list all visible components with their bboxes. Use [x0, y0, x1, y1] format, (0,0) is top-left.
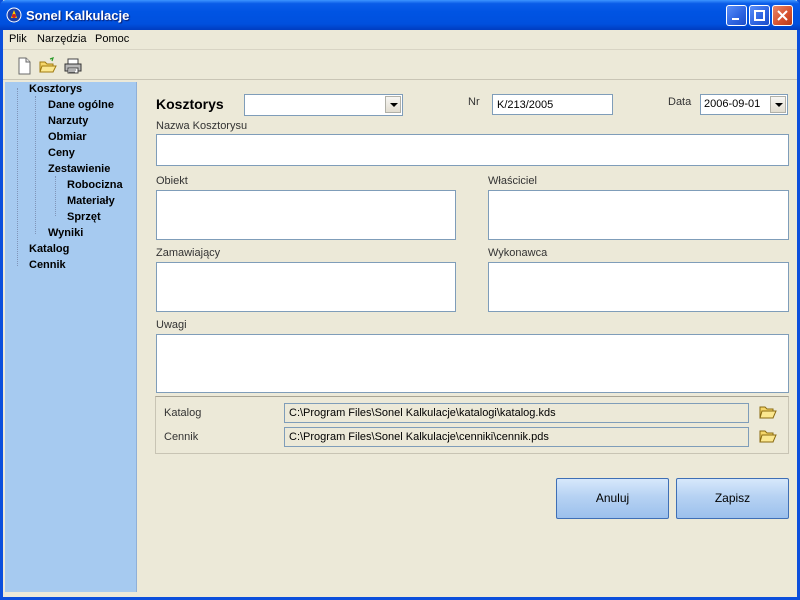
minimize-button[interactable] — [726, 5, 747, 26]
obiekt-field[interactable] — [156, 190, 456, 240]
nazwa-kosztorysu-label: Nazwa Kosztorysu — [156, 120, 248, 132]
estimate-form: Kosztorys Nr Data 2006-09-01 Nazwa Koszt… — [138, 82, 797, 592]
tree-item-materialy[interactable]: Materiały — [67, 195, 115, 207]
date-picker-value: 2006-09-01 — [704, 98, 761, 110]
tree-item-cennik[interactable]: Cennik — [29, 259, 66, 271]
maximize-icon — [754, 10, 765, 21]
chevron-down-icon[interactable] — [770, 96, 786, 113]
wlasciciel-label: Właściciel — [488, 175, 537, 187]
chevron-down-icon[interactable] — [385, 96, 401, 113]
tree-item-kosztorys[interactable]: Kosztorys — [29, 83, 82, 95]
zamawiajacy-field[interactable] — [156, 262, 456, 312]
obiekt-label: Obiekt — [156, 175, 188, 187]
maximize-button[interactable] — [749, 5, 770, 26]
tree-item-sprzet[interactable]: Sprzęt — [67, 211, 101, 223]
tree-item-obmiar[interactable]: Obmiar — [48, 131, 87, 143]
nr-label: Nr — [468, 96, 480, 108]
tree-connector — [55, 176, 56, 216]
save-button[interactable]: Zapisz — [676, 478, 789, 519]
tree-item-ceny[interactable]: Ceny — [48, 147, 75, 159]
paths-panel: Katalog Cennik — [155, 396, 789, 454]
menu-narzedzia[interactable]: Narzędzia — [37, 33, 87, 45]
nr-field[interactable] — [492, 94, 613, 115]
uwagi-field[interactable] — [156, 334, 789, 393]
app-window: Sonel Kalkulacje Plik Narzędzia Pomoc Ko… — [0, 0, 800, 600]
zamawiajacy-label: Zamawiający — [156, 247, 221, 259]
window-title: Sonel Kalkulacje — [26, 8, 130, 23]
katalog-label: Katalog — [164, 407, 202, 419]
tree-item-wyniki[interactable]: Wyniki — [48, 227, 83, 239]
tree-item-robocizna[interactable]: Robocizna — [67, 179, 123, 191]
menu-plik[interactable]: Plik — [9, 33, 27, 45]
navigation-tree: Kosztorys Dane ogólne Narzuty Obmiar Cen… — [5, 82, 137, 592]
uwagi-label: Uwagi — [156, 319, 187, 331]
close-icon — [777, 10, 788, 21]
cennik-path-field[interactable] — [284, 427, 749, 447]
tree-item-dane-ogolne[interactable]: Dane ogólne — [48, 99, 114, 111]
print-icon[interactable] — [64, 57, 82, 75]
kosztorys-combo[interactable] — [244, 94, 403, 116]
tree-connector — [35, 96, 36, 234]
close-button[interactable] — [772, 5, 793, 26]
minimize-icon — [732, 18, 739, 20]
menu-pomoc[interactable]: Pomoc — [95, 33, 129, 45]
new-document-icon[interactable] — [15, 57, 33, 75]
cancel-button[interactable]: Anuluj — [556, 478, 669, 519]
katalog-path-field[interactable] — [284, 403, 749, 423]
date-picker[interactable]: 2006-09-01 — [700, 94, 788, 115]
nazwa-kosztorysu-field[interactable] — [156, 134, 789, 166]
menu-bar: Plik Narzędzia Pomoc — [3, 30, 797, 50]
tree-item-zestawienie[interactable]: Zestawienie — [48, 163, 110, 175]
kosztorys-label: Kosztorys — [156, 96, 224, 112]
open-folder-icon[interactable] — [759, 428, 777, 444]
wykonawca-field[interactable] — [488, 262, 789, 312]
wykonawca-label: Wykonawca — [488, 247, 548, 259]
cennik-label: Cennik — [164, 431, 199, 443]
toolbar — [3, 51, 797, 80]
open-folder-icon[interactable] — [759, 404, 777, 420]
app-logo-icon — [6, 7, 22, 23]
data-label: Data — [668, 96, 692, 108]
tree-connector — [17, 88, 18, 266]
tree-item-katalog[interactable]: Katalog — [29, 243, 69, 255]
title-bar[interactable]: Sonel Kalkulacje — [0, 0, 800, 30]
tree-item-narzuty[interactable]: Narzuty — [48, 115, 88, 127]
wlasciciel-field[interactable] — [488, 190, 789, 240]
open-folder-icon[interactable] — [39, 57, 57, 75]
